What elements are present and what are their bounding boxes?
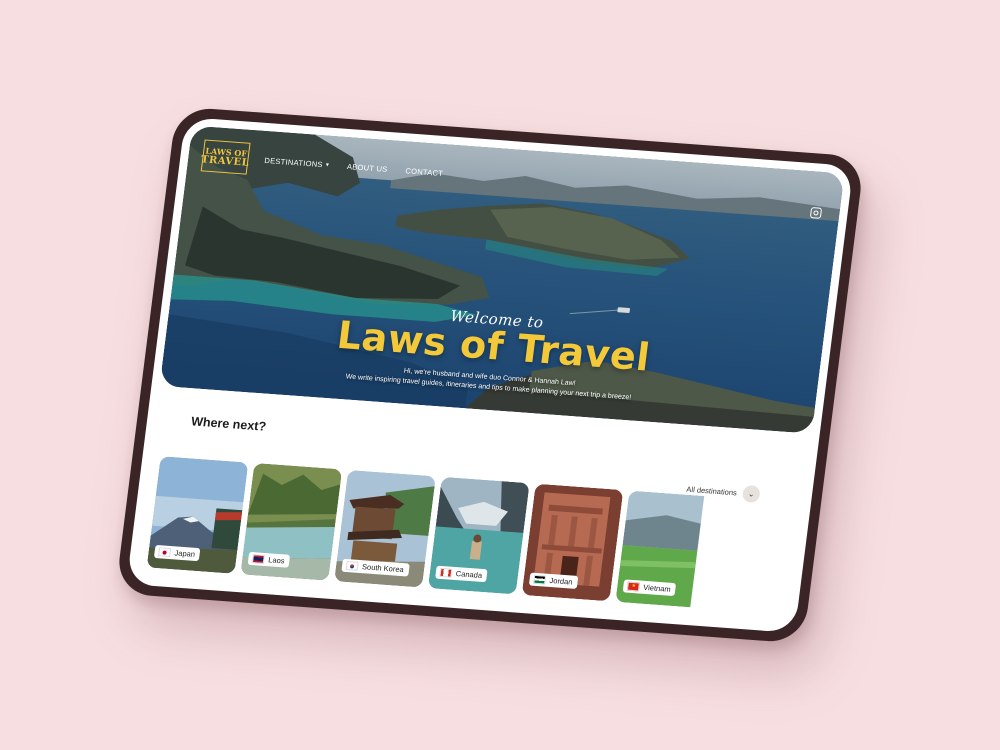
flag-icon: ★ (626, 581, 640, 592)
flag-icon (158, 547, 172, 558)
destination-name: Canada (455, 569, 483, 580)
section-title: Where next? (190, 414, 267, 434)
destination-card-vietnam[interactable]: ★ Vietnam (615, 490, 705, 609)
chevron-down-icon: ⌄ (741, 484, 761, 504)
nav-destinations-label: DESTINATIONS (263, 155, 324, 169)
destination-card-jordan[interactable]: Jordan (521, 483, 624, 602)
hero-banner: LAWS OF TRAVEL DESTINATIONS ▾ ABOUT US C… (159, 125, 845, 434)
flag-icon (251, 554, 265, 564)
tablet-screen: LAWS OF TRAVEL DESTINATIONS ▾ ABOUT US C… (126, 116, 854, 634)
tablet-device: LAWS OF TRAVEL DESTINATIONS ▾ ABOUT US C… (115, 106, 865, 644)
nav-about-link[interactable]: ABOUT US (347, 162, 389, 174)
flag-icon (533, 574, 547, 585)
nav-destinations-link[interactable]: DESTINATIONS ▾ (264, 155, 330, 169)
site-logo[interactable]: LAWS OF TRAVEL (200, 139, 251, 175)
nav-contact-link[interactable]: CONTACT (405, 166, 444, 178)
nav-links: DESTINATIONS ▾ ABOUT US CONTACT (264, 155, 444, 177)
flag-icon (345, 561, 359, 571)
chevron-down-icon: ▾ (325, 161, 330, 169)
destination-card-laos[interactable]: Laos (240, 462, 343, 581)
destination-card-south-korea[interactable]: South Korea (334, 469, 436, 588)
destination-name: Jordan (549, 575, 574, 587)
destination-card-japan[interactable]: Japan (146, 456, 249, 574)
destination-card-canada[interactable]: Canada (427, 476, 530, 595)
destination-carousel: Japan Laos South Korea Canada Jordan ★ V… (146, 456, 705, 615)
destination-name: South Korea (361, 562, 405, 575)
logo-line2: TRAVEL (200, 154, 250, 169)
destination-name: Vietnam (642, 582, 672, 594)
instagram-icon[interactable] (809, 207, 823, 219)
page-background: LAWS OF TRAVEL DESTINATIONS ▾ ABOUT US C… (0, 0, 1000, 750)
nav-about-label: ABOUT US (346, 161, 389, 174)
flag-icon (439, 567, 453, 578)
destination-name: Japan (174, 548, 196, 559)
destination-name: Laos (267, 555, 286, 566)
nav-contact-label: CONTACT (404, 165, 444, 178)
